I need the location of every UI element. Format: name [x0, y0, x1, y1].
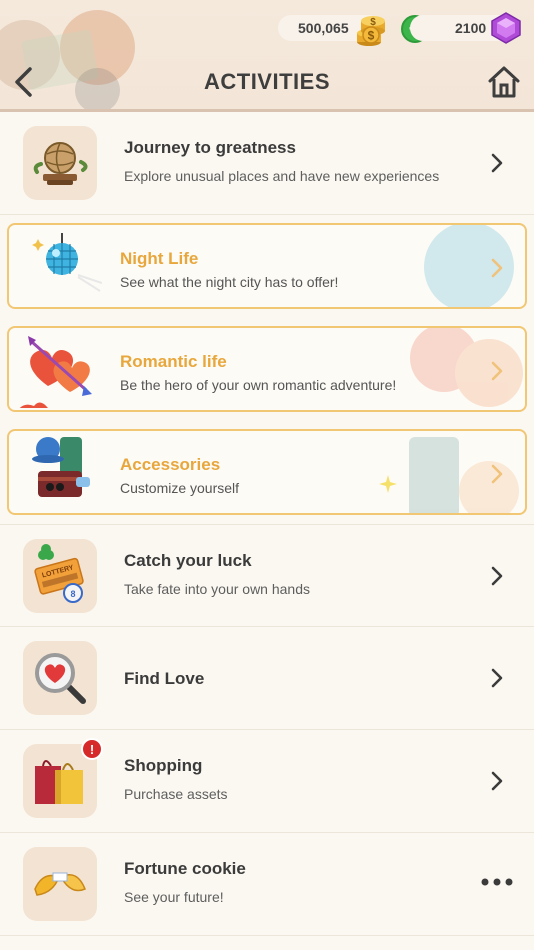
- chevron-right-icon: [491, 668, 503, 688]
- activity-accessories[interactable]: Accessories Customize yourself: [0, 421, 534, 524]
- activity-shopping[interactable]: ! Shopping Purchase assets: [0, 730, 534, 833]
- chevron-right-icon: [491, 464, 503, 484]
- activity-romantic-life[interactable]: Romantic life Be the hero of your own ro…: [0, 318, 534, 421]
- more-dots-icon[interactable]: [480, 877, 514, 887]
- activity-subtitle: See what the night city has to offer!: [120, 274, 339, 290]
- chevron-right-icon: [491, 361, 503, 381]
- accessories-icon: [32, 437, 90, 497]
- alert-badge-text: !: [89, 741, 95, 757]
- hearts-arrow-icon: [19, 336, 92, 408]
- fortune-cookie-icon: [23, 847, 97, 921]
- activity-title: Accessories: [120, 455, 221, 474]
- gem-icon: [491, 12, 521, 44]
- alert-badge: !: [81, 738, 103, 760]
- activity-subtitle: Purchase assets: [124, 786, 228, 802]
- activity-find-love[interactable]: Find Love: [0, 627, 534, 730]
- activity-title: Romantic life: [120, 352, 227, 371]
- gem-balance-value: 2100: [455, 20, 487, 36]
- coin-stack-icon: $ $: [357, 16, 385, 46]
- list-item-partial: [0, 936, 534, 950]
- home-button[interactable]: [486, 64, 522, 100]
- activity-journey-to-greatness[interactable]: Journey to greatness Explore unusual pla…: [0, 112, 534, 215]
- activity-subtitle: See your future!: [124, 889, 224, 905]
- chevron-right-icon: [491, 771, 503, 791]
- svg-text:$: $: [368, 29, 375, 43]
- activity-title: Journey to greatness: [124, 138, 296, 157]
- activity-title: Catch your luck: [124, 551, 252, 570]
- top-bar: 500,065 $ $ + 2100 ACTIVITIES: [0, 0, 534, 112]
- chevron-right-icon: [491, 566, 503, 586]
- chevron-right-icon: [491, 153, 503, 173]
- activity-title: Fortune cookie: [124, 859, 246, 878]
- activity-title: Shopping: [124, 756, 203, 775]
- activity-title: Night Life: [120, 249, 199, 268]
- magnifier-heart-icon: [23, 641, 97, 715]
- svg-text:8: 8: [70, 589, 75, 599]
- activity-subtitle: Explore unusual places and have new expe…: [124, 168, 440, 184]
- lottery-ticket-icon: LOTTERY 8: [23, 539, 97, 613]
- activity-subtitle: Customize yourself: [120, 480, 240, 496]
- page-title: ACTIVITIES: [203, 69, 330, 94]
- activity-night-life[interactable]: Night Life See what the night city has t…: [0, 215, 534, 318]
- activity-fortune-cookie[interactable]: Fortune cookie See your future!: [0, 833, 534, 936]
- coin-balance-value: 500,065: [298, 20, 349, 36]
- chevron-right-icon: [491, 258, 503, 278]
- activity-title: Find Love: [124, 669, 205, 688]
- activity-catch-your-luck[interactable]: LOTTERY 8 Catch your luck Take fate into…: [0, 524, 534, 627]
- disco-ball-icon: [32, 233, 102, 292]
- activity-subtitle: Be the hero of your own romantic adventu…: [120, 377, 397, 393]
- svg-text:$: $: [370, 17, 376, 28]
- globe-icon: [23, 126, 97, 200]
- activity-subtitle: Take fate into your own hands: [124, 581, 311, 597]
